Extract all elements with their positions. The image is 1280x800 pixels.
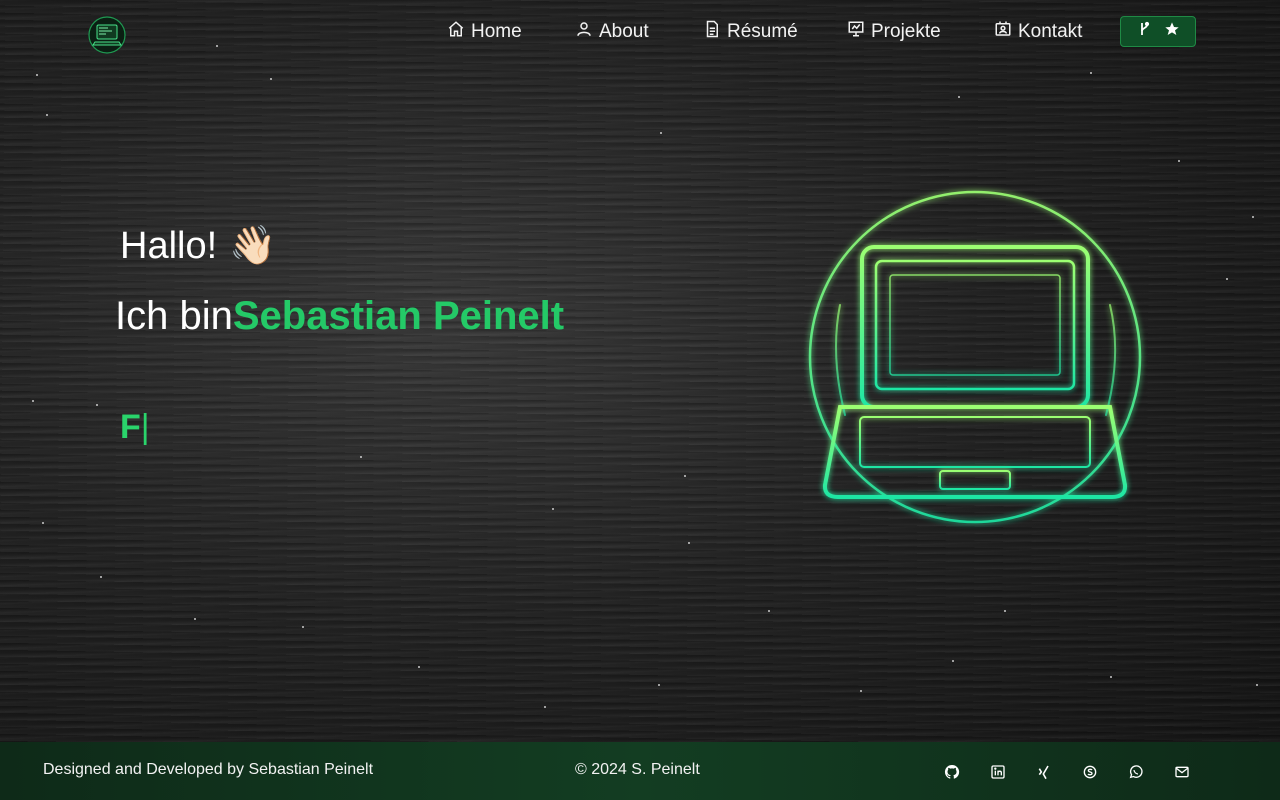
- typed-text: F: [120, 408, 141, 446]
- footer: Designed and Developed by Sebastian Pein…: [0, 742, 1280, 800]
- name-highlight: Sebastian Peinelt: [232, 294, 565, 338]
- typing-cursor: |: [140, 408, 150, 446]
- user-icon: [575, 20, 593, 44]
- footer-copyright: © 2024 S. Peinelt: [575, 761, 700, 778]
- laptop-logo-icon[interactable]: [88, 16, 126, 54]
- presentation-icon: [847, 20, 865, 44]
- neon-laptop-illustration: [800, 185, 1150, 550]
- contact-card-icon: [994, 20, 1012, 44]
- nav-resume[interactable]: Résumé: [703, 18, 798, 46]
- nav-about-label: About: [599, 21, 649, 42]
- intro-text: Ich bin: [115, 294, 233, 338]
- star-icon: [1164, 21, 1180, 42]
- mail-icon[interactable]: [1174, 764, 1190, 780]
- github-star-button[interactable]: [1120, 16, 1196, 47]
- document-icon: [703, 20, 721, 44]
- footer-credit: Designed and Developed by Sebastian Pein…: [43, 761, 374, 778]
- github-icon[interactable]: [944, 764, 960, 780]
- fork-icon: [1136, 21, 1152, 42]
- home-icon: [447, 20, 465, 44]
- intro-heading: Ich binSebastian Peinelt: [115, 294, 564, 339]
- nav-home[interactable]: Home: [447, 18, 522, 46]
- linkedin-icon[interactable]: [990, 764, 1006, 780]
- nav-about[interactable]: About: [575, 18, 649, 46]
- waving-hand-icon: 👋🏻: [229, 225, 277, 267]
- greeting-text: Hallo!: [120, 224, 218, 267]
- nav-contact[interactable]: Kontakt: [994, 18, 1082, 46]
- skype-icon[interactable]: [1082, 764, 1098, 780]
- greeting-heading: Hallo! 👋🏻: [120, 224, 276, 268]
- nav-projects[interactable]: Projekte: [847, 18, 941, 46]
- xing-icon[interactable]: [1036, 764, 1052, 780]
- nav-contact-label: Kontakt: [1018, 21, 1083, 42]
- whatsapp-icon[interactable]: [1128, 764, 1144, 780]
- nav-home-label: Home: [471, 21, 522, 42]
- nav-resume-label: Résumé: [727, 21, 798, 42]
- nav-projects-label: Projekte: [871, 21, 941, 42]
- typewriter-text: F|: [120, 408, 150, 447]
- top-navigation: Home About Résumé Projekte Kontakt: [0, 0, 1280, 64]
